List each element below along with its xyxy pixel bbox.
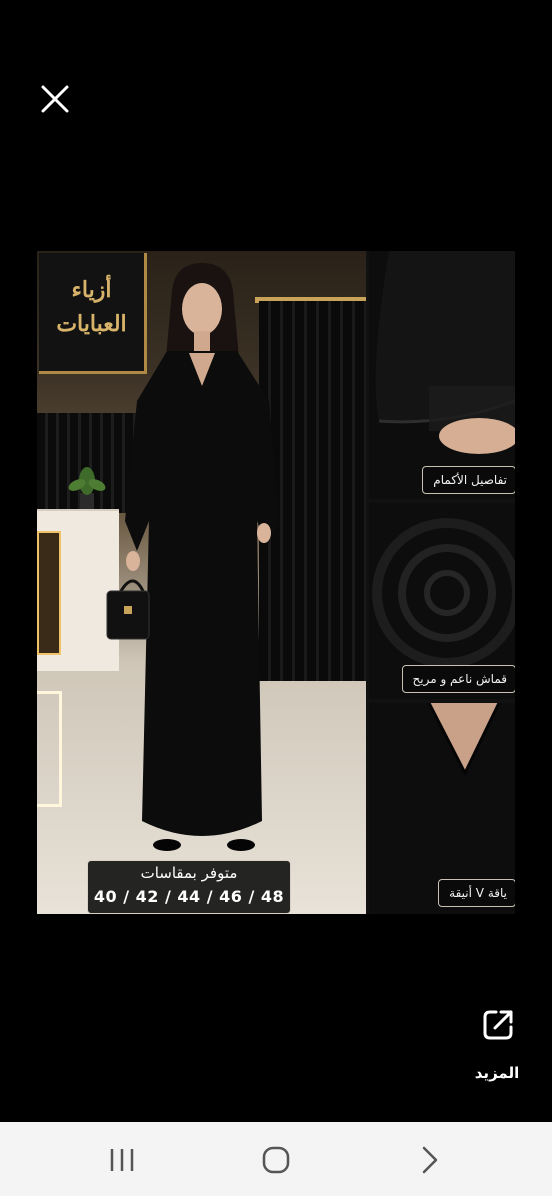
more-button[interactable] <box>481 1008 515 1042</box>
fabric-detail-label: قماش ناعم و مريح <box>401 665 515 693</box>
sizes-title: متوفر بمقاسات <box>140 864 238 882</box>
floor-light <box>37 691 62 807</box>
collar-detail-label: ياقة V أنيقة <box>438 879 515 907</box>
back-chevron-icon <box>422 1146 438 1174</box>
sizes-values: 40 / 42 / 44 / 46 / 48 <box>93 887 285 906</box>
more-label[interactable]: المزيد <box>462 1064 532 1082</box>
back-button[interactable] <box>410 1144 450 1176</box>
recent-apps-icon <box>110 1149 134 1171</box>
ad-image[interactable]: أزياء العبايات متوفر بمقاسات 40 / 42 / 4… <box>37 251 515 914</box>
counter-light <box>37 531 61 655</box>
sleeve-detail-panel <box>369 251 515 499</box>
model-figure <box>106 263 279 851</box>
external-link-icon <box>483 1010 513 1040</box>
close-button[interactable] <box>38 82 72 116</box>
sleeve-detail-image <box>375 251 515 454</box>
sizes-badge: متوفر بمقاسات 40 / 42 / 44 / 46 / 48 <box>87 860 291 914</box>
close-icon <box>41 85 69 113</box>
home-icon <box>262 1146 290 1174</box>
recent-apps-button[interactable] <box>102 1144 142 1176</box>
main-photo-panel: أزياء العبايات متوفر بمقاسات 40 / 42 / 4… <box>37 251 366 914</box>
home-button[interactable] <box>256 1144 296 1176</box>
system-navigation-bar <box>0 1122 552 1196</box>
sleeve-detail-label: تفاصيل الأكمام <box>422 466 515 494</box>
